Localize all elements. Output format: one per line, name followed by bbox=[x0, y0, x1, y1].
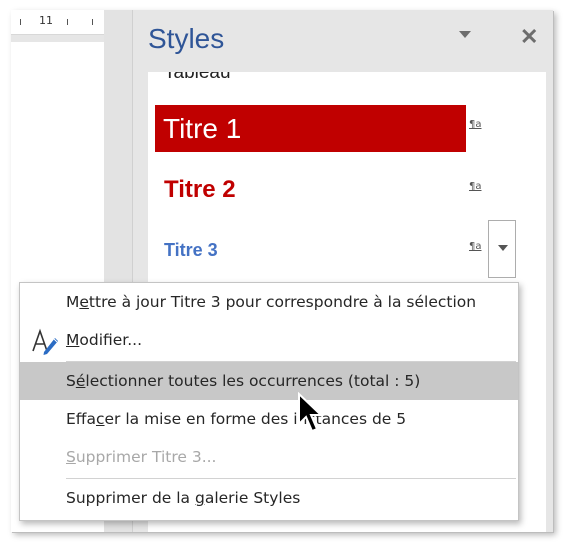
style-label-titre-2: Titre 2 bbox=[164, 176, 236, 203]
style-label-titre-3: Titre 3 bbox=[164, 240, 218, 260]
style-context-menu: Mettre à jour Titre 3 pour correspondre … bbox=[19, 282, 519, 521]
pane-title: Styles bbox=[148, 23, 225, 54]
style-item-titre-1[interactable]: Titre 1 ¶a bbox=[148, 105, 546, 152]
menu-item-label: Mettre à jour Titre 3 pour correspondre … bbox=[66, 293, 477, 311]
style-item-titre-2[interactable]: Titre 2 ¶a bbox=[148, 173, 546, 207]
menu-item-label: Supprimer de la galerie Styles bbox=[66, 489, 301, 507]
menu-item-select-all-instances[interactable]: Sélectionner toutes les occurrences (tot… bbox=[20, 362, 518, 400]
menu-item-label: Effacer la mise en forme des instances d… bbox=[66, 410, 407, 428]
menu-item-delete-titre-3: Supprimer Titre 3... bbox=[20, 438, 518, 476]
style-item-titre-3[interactable]: Titre 3 ¶a bbox=[148, 235, 546, 265]
menu-item-clear-formatting[interactable]: Effacer la mise en forme des instances d… bbox=[20, 400, 518, 438]
ruler-tick bbox=[92, 19, 93, 25]
menu-item-remove-from-gallery[interactable]: Supprimer de la galerie Styles bbox=[20, 479, 518, 517]
word-window-crop: 11 Styles ✕ Tableau Titre 1 ¶a Titre 2 ¶… bbox=[11, 10, 553, 532]
paragraph-style-icon: ¶a bbox=[469, 119, 482, 130]
menu-item-label: Modifier... bbox=[66, 331, 143, 349]
close-icon[interactable]: ✕ bbox=[520, 23, 538, 51]
paragraph-style-icon: ¶a bbox=[469, 241, 482, 252]
ruler-number: 11 bbox=[39, 14, 53, 27]
chevron-down-icon bbox=[498, 245, 508, 251]
modify-style-icon bbox=[32, 328, 58, 355]
style-item-dropdown-button[interactable] bbox=[488, 220, 516, 278]
mouse-pointer-icon bbox=[298, 392, 324, 433]
menu-item-update-titre-3[interactable]: Mettre à jour Titre 3 pour correspondre … bbox=[20, 283, 518, 321]
ruler: 11 bbox=[11, 10, 104, 35]
menu-item-label: Supprimer Titre 3... bbox=[66, 448, 217, 466]
ruler-tick bbox=[20, 19, 21, 25]
paragraph-style-icon: ¶a bbox=[469, 181, 482, 192]
ruler-tick bbox=[67, 19, 68, 25]
menu-item-label: Sélectionner toutes les occurrences (tot… bbox=[66, 372, 421, 390]
style-item-tableau[interactable]: Tableau bbox=[164, 72, 231, 84]
chevron-down-icon[interactable] bbox=[459, 31, 471, 38]
menu-item-modify[interactable]: Modifier... bbox=[20, 321, 518, 359]
style-label-titre-1: Titre 1 bbox=[155, 105, 466, 152]
